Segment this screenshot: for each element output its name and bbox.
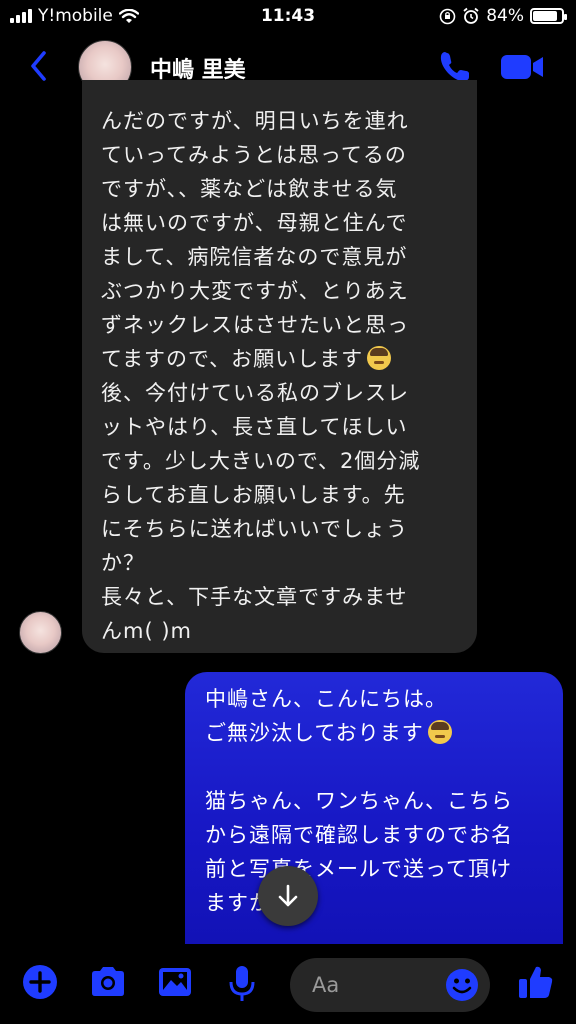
message-line-with-emoji: てますので、お願いします: [101, 342, 459, 376]
message-line: です。少し大きいので、2個分減: [101, 449, 421, 473]
scroll-to-bottom-button[interactable]: [258, 866, 318, 926]
message-line: ットやはり、長さ直してほしい: [101, 415, 408, 439]
battery-percent: 84%: [486, 6, 524, 26]
status-right: 84%: [439, 6, 567, 26]
outgoing-message-bubble[interactable]: 中嶋さん、こんにちは。 ご無沙汰しております 猫ちゃん、ワンちゃん、こちら から…: [185, 672, 563, 944]
message-line: は無いのですが、母親と住んで: [101, 211, 408, 235]
video-camera-icon[interactable]: [498, 50, 546, 84]
composer-bar: Aa: [0, 944, 576, 1024]
message-line: んm( )m: [101, 619, 192, 643]
thumbs-up-icon[interactable]: [516, 962, 556, 1002]
message-line: 長々と、下手な文章ですみませ: [101, 585, 408, 609]
orientation-lock-icon: [439, 8, 456, 24]
status-bar: Y!mobile 11:43 84%: [0, 0, 576, 34]
message-line: ていってみようとは思ってるの: [101, 143, 407, 167]
plus-icon[interactable]: [22, 964, 58, 1000]
message-line: 前と写真をメールで送って頂け: [205, 857, 512, 881]
sender-avatar[interactable]: [19, 611, 62, 654]
message-input-placeholder: Aa: [312, 973, 340, 997]
message-line: ですが、、薬などは飲ませる気: [101, 177, 398, 201]
message-line: ますか: [205, 891, 271, 915]
alarm-icon: [463, 7, 479, 24]
incoming-message-bubble[interactable]: んだのですが、明日いちを連れ ていってみようとは思ってるの ですが、、薬などは飲…: [82, 80, 477, 653]
message-line-with-emoji: ご無沙汰しております: [205, 716, 547, 750]
bowing-person-emoji-icon: [427, 720, 452, 744]
back-chevron-icon[interactable]: [24, 48, 54, 84]
message-line: ぶつかり大変ですが、とりあえ: [101, 279, 409, 303]
message-line: らしてお直しお願いします。先: [101, 483, 406, 507]
message-line: から遠隔で確認しますのでお名: [205, 823, 513, 847]
message-line: か？: [101, 551, 145, 575]
message-line: にそちらに送ればいいでしょう: [101, 517, 408, 541]
message-line: まして、病院信者なので意見が: [101, 245, 408, 269]
battery-icon: [530, 8, 567, 24]
message-line: 猫ちゃん、ワンちゃん、こちら: [205, 789, 513, 813]
image-icon[interactable]: [156, 964, 194, 1000]
message-text: てますので、お願いします: [101, 347, 364, 371]
arrow-down-icon: [278, 884, 298, 907]
microphone-icon[interactable]: [226, 964, 258, 1004]
message-line: 中嶋さん、こんにちは。: [205, 687, 447, 711]
camera-icon[interactable]: [88, 964, 128, 1000]
message-line: んだのですが、明日いちを連れ: [101, 109, 409, 133]
message-line: 後、今付けている私のブレスレ: [101, 381, 409, 405]
emoji-icon[interactable]: [444, 967, 480, 1003]
bowing-person-emoji-icon: [367, 346, 392, 370]
message-text: ご無沙汰しております: [205, 721, 424, 745]
message-input[interactable]: Aa: [290, 958, 490, 1012]
message-line: ずネックレスはさせたいと思っ: [101, 313, 409, 337]
